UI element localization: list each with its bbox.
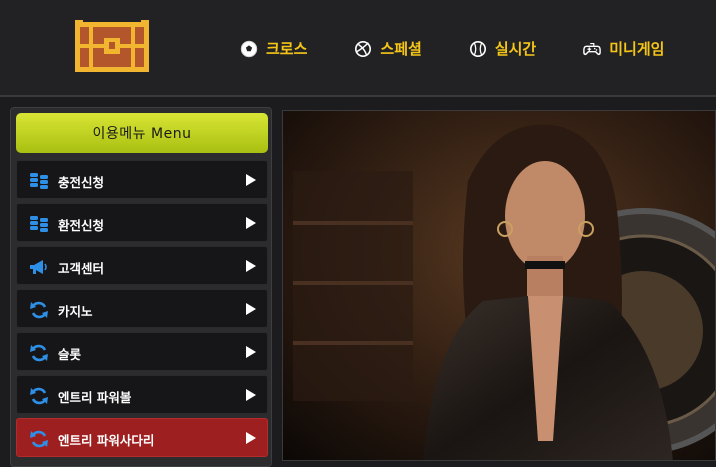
baseball-icon bbox=[469, 40, 486, 57]
refresh-icon bbox=[30, 430, 48, 448]
coins-icon bbox=[30, 173, 48, 189]
play-arrow-icon bbox=[246, 303, 256, 315]
play-arrow-icon bbox=[246, 217, 256, 229]
refresh-icon bbox=[30, 301, 48, 319]
sidebar-item-label: 슬롯 bbox=[58, 347, 82, 362]
hero-banner[interactable] bbox=[282, 110, 716, 461]
megaphone-icon bbox=[30, 260, 47, 274]
play-arrow-icon bbox=[246, 389, 256, 401]
menu-header: 이용메뉴 Menu bbox=[16, 113, 268, 153]
sidebar-item-label: 고객센터 bbox=[58, 261, 105, 276]
play-arrow-icon bbox=[246, 174, 256, 186]
sidebar-menu: 이용메뉴 Menu 충전신청 환전신청 고객센터 카지노 슬롯 엔트리 파워볼 … bbox=[10, 107, 272, 467]
sidebar-item-label: 환전신청 bbox=[58, 218, 105, 233]
treasure-chest-icon[interactable] bbox=[73, 20, 151, 74]
play-arrow-icon bbox=[246, 432, 256, 444]
soccer-ball-icon bbox=[240, 40, 258, 57]
nav-cross[interactable]: 크로스 bbox=[240, 38, 307, 59]
coins-icon bbox=[30, 216, 48, 232]
sidebar-item-label: 카지노 bbox=[58, 304, 93, 319]
nav-minigame[interactable]: 미니게임 bbox=[583, 38, 664, 59]
basketball-icon bbox=[355, 40, 372, 57]
sidebar-item-label: 엔트리 파워사다리 bbox=[58, 433, 155, 448]
play-arrow-icon bbox=[246, 260, 256, 272]
nav-live[interactable]: 실시간 bbox=[469, 38, 536, 59]
sidebar-item-powerball[interactable]: 엔트리 파워볼 bbox=[16, 375, 268, 414]
sidebar-item-slot[interactable]: 슬롯 bbox=[16, 332, 268, 371]
sidebar-item-withdraw[interactable]: 환전신청 bbox=[16, 203, 268, 242]
sidebar-item-support[interactable]: 고객센터 bbox=[16, 246, 268, 285]
site-header: 크로스 스페셜 실시간 미니게임 bbox=[0, 0, 716, 97]
refresh-icon bbox=[30, 387, 48, 405]
refresh-icon bbox=[30, 344, 48, 362]
nav-special[interactable]: 스페셜 bbox=[354, 38, 422, 59]
sidebar-item-label: 엔트리 파워볼 bbox=[58, 390, 132, 405]
sidebar-item-label: 충전신청 bbox=[58, 175, 105, 190]
sidebar-item-casino[interactable]: 카지노 bbox=[16, 289, 268, 328]
main-nav: 크로스 스페셜 실시간 미니게임 bbox=[240, 38, 664, 59]
sidebar-item-deposit[interactable]: 충전신청 bbox=[16, 160, 268, 199]
controller-icon bbox=[583, 42, 602, 55]
play-arrow-icon bbox=[246, 346, 256, 358]
casino-hostess-roulette-image bbox=[283, 111, 715, 460]
sidebar-item-power-ladder[interactable]: 엔트리 파워사다리 bbox=[16, 418, 268, 457]
